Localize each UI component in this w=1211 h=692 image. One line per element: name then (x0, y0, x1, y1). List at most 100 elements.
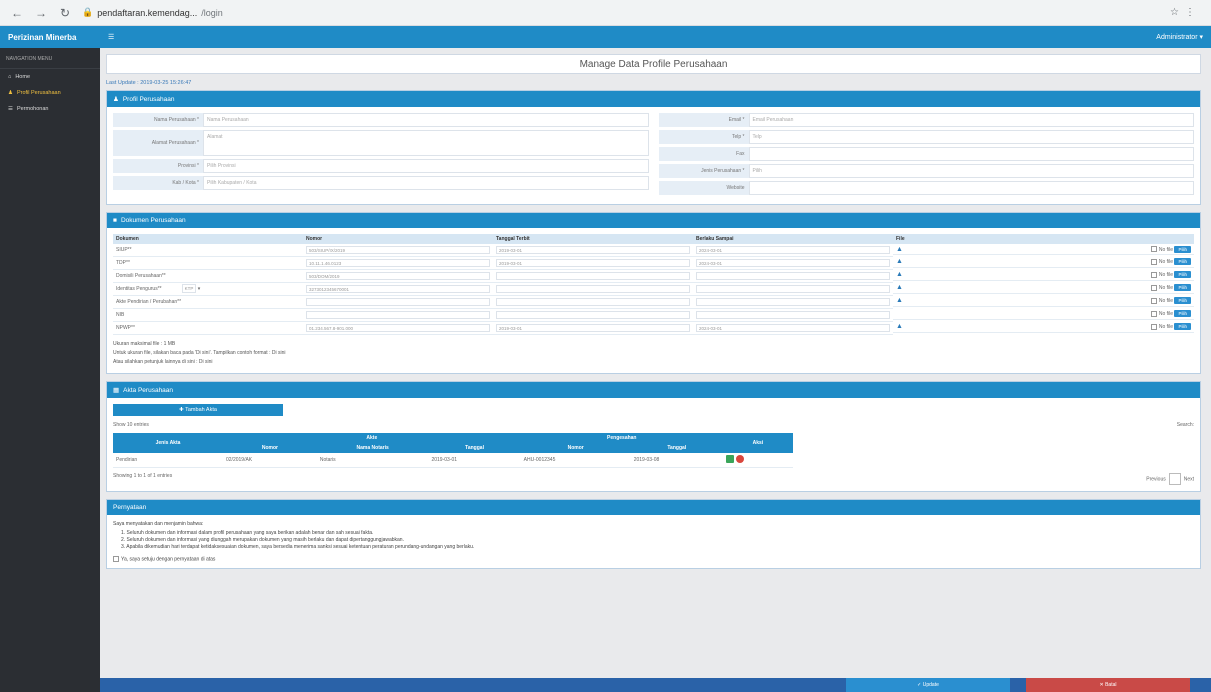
doc-number-input[interactable]: 503/DOM/2019 (306, 272, 490, 280)
agree-checkbox-row[interactable]: Ya, saya setuju dengan pernyataan di ata… (113, 556, 1194, 562)
sidebar-brand[interactable]: Perizinan Minerba (0, 26, 100, 48)
batal-button[interactable]: ✕ Batal (1026, 678, 1190, 692)
show-entries-select[interactable]: Show 10 entries (113, 422, 149, 428)
nama-perusahaan-input[interactable]: Nama Perusahaan (203, 113, 649, 127)
page-1-button[interactable] (1168, 473, 1181, 485)
browser-toolbar: ← → ↻ 🔒 pendaftaran.kemendag... /login ☆… (0, 0, 1211, 26)
reload-icon[interactable]: ↻ (58, 6, 72, 20)
url-host: pendaftaran.kemendag... (97, 7, 198, 18)
address-bar[interactable]: 🔒 pendaftaran.kemendag... /login (82, 7, 1160, 18)
choose-file-button[interactable]: Pilih (1174, 271, 1191, 278)
user-menu[interactable]: Administrator ▾ (1156, 33, 1203, 41)
upload-icon[interactable]: ▲ (896, 297, 903, 304)
doc-date-input[interactable] (496, 272, 690, 280)
table-row: NIB No file Pilih (113, 308, 1194, 322)
table-row: Domisili Perusahaan** 503/DOM/2019 ▲ No fil… (113, 269, 1194, 283)
forward-icon[interactable]: → (34, 6, 48, 20)
id-type-select[interactable]: KTP (181, 284, 197, 293)
tambah-akta-button[interactable]: ✚ Tambah Akta (113, 404, 283, 416)
sidebar-item-home[interactable]: ⌂ Home (0, 69, 100, 85)
lock-icon: 🔒 (82, 7, 94, 17)
doc-name: NIB (113, 308, 303, 322)
file-checkbox[interactable] (1150, 310, 1157, 317)
doc-date-input[interactable] (496, 285, 690, 293)
email-field[interactable]: Email Perusahaan (748, 113, 1194, 127)
update-button[interactable]: ✓ Update (846, 678, 1010, 692)
dokumen-table: Dokumen Nomor Tanggal Terbit Berlaku Sam… (113, 234, 1194, 335)
akta-panel: ▦ Akta Perusahaan ✚ Tambah Akta Show 10 e… (106, 381, 1201, 492)
upload-icon[interactable]: ▲ (896, 246, 903, 253)
choose-file-button[interactable]: Pilih (1174, 297, 1191, 304)
choose-file-button[interactable]: Pilih (1174, 258, 1191, 265)
doc-number-input[interactable]: 3273012345670001 (306, 285, 490, 293)
next-button[interactable]: Next (1184, 476, 1194, 482)
file-checkbox[interactable] (1150, 246, 1157, 253)
user-icon: ♟ (8, 90, 13, 96)
doc-date-input[interactable]: 2019-03-01 (496, 259, 690, 267)
table-icon: ▦ (113, 387, 120, 394)
file-checkbox[interactable] (1150, 284, 1157, 291)
provinsi-select[interactable]: Pilih Provinsi (203, 159, 649, 173)
kabkota-select[interactable]: Pilih Kabupaten / Kota (203, 176, 649, 190)
doc-date-input[interactable]: 2019-03-01 (496, 324, 690, 332)
doc-expiry-input[interactable]: 2024-03-01 (696, 246, 890, 254)
upload-icon[interactable]: ▲ (896, 271, 903, 278)
doc-expiry-input[interactable]: 2024-03-01 (696, 324, 890, 332)
showing-entries: Showing 1 to 1 of 1 entries (113, 473, 173, 479)
sidebar-item-permohonan[interactable]: ☰ Permohonan (0, 101, 100, 117)
choose-file-button[interactable]: Pilih (1174, 245, 1191, 253)
doc-date-input[interactable] (496, 311, 690, 319)
back-icon[interactable]: ← (10, 6, 24, 20)
upload-icon[interactable]: ▲ (896, 258, 903, 265)
agree-checkbox[interactable] (113, 556, 119, 562)
edit-button[interactable] (725, 455, 734, 463)
sidebar: Perizinan Minerba NAVIGATION MENU ⌂ Home … (0, 26, 100, 692)
doc-number-input[interactable] (306, 311, 490, 319)
jenis-perusahaan-select[interactable]: Pilih (748, 164, 1194, 178)
table-row: Akte Pendirian / Perubahan** ▲ No file Pil… (113, 295, 1194, 309)
delete-button[interactable] (735, 455, 744, 463)
alamat-input[interactable]: Alamat (203, 130, 649, 156)
upload-icon[interactable]: ▲ (896, 284, 903, 291)
doc-number-input[interactable] (306, 298, 490, 306)
choose-file-button[interactable]: Pilih (1174, 323, 1191, 330)
search-input[interactable]: Search: (1177, 422, 1194, 428)
website-field[interactable] (748, 181, 1194, 195)
doc-expiry-input[interactable] (696, 298, 890, 306)
doc-expiry-input[interactable] (696, 311, 890, 319)
doc-expiry-input[interactable] (696, 285, 890, 293)
file-checkbox[interactable] (1150, 271, 1157, 278)
file-checkbox[interactable] (1150, 323, 1157, 330)
browser-menu-icons[interactable]: ☆⋮ (1170, 7, 1201, 18)
doc-name: Domisili Perusahaan** (113, 269, 303, 283)
last-update: Last Update : 2019-03-25 15:26:47 (106, 80, 192, 86)
upload-icon[interactable]: ▲ (896, 323, 903, 330)
doc-name: Identitas Pengurus** KTP ▾ (113, 282, 303, 296)
choose-file-button[interactable]: Pilih (1174, 284, 1191, 291)
profil-panel-header: ♟ Profil Perusahaan (107, 91, 1200, 107)
telp-field[interactable]: Telp (748, 130, 1194, 144)
dokumen-notes: Ukuran maksimal file : 1 MB Untuk ukuran… (113, 341, 286, 365)
pernyataan-intro: Saya menyatakan dan menjamin bahwa: (113, 521, 204, 527)
doc-date-input[interactable]: 2019-03-01 (496, 246, 690, 254)
doc-expiry-input[interactable] (696, 272, 890, 280)
sidebar-item-profil[interactable]: ♟ Profil Perusahaan (0, 85, 100, 101)
doc-name: Akte Pendirian / Perubahan** (113, 295, 303, 309)
fax-field[interactable] (748, 147, 1194, 161)
topbar: ☰ Administrator ▾ (100, 26, 1211, 48)
doc-number-input[interactable]: 10.11.1.46.0123 (306, 259, 490, 267)
doc-expiry-input[interactable]: 2024-03-01 (696, 259, 890, 267)
folder-icon: ■ (113, 217, 117, 224)
home-icon: ⌂ (8, 74, 12, 80)
user-icon: ♟ (113, 96, 119, 103)
doc-number-input[interactable]: 01.234.567.8-901.000 (306, 324, 490, 332)
choose-file-button[interactable]: Pilih (1174, 310, 1191, 317)
doc-number-input[interactable]: 503/SIUP/IX/2019 (306, 246, 490, 254)
menu-toggle-icon[interactable]: ☰ (108, 33, 114, 41)
akta-table: Jenis Akta Akte Pengesahan Aksi Nomor Na… (113, 433, 793, 468)
pernyataan-panel-header: Pernyataan (107, 500, 1200, 515)
file-checkbox[interactable] (1150, 258, 1157, 265)
doc-date-input[interactable] (496, 298, 690, 306)
prev-button[interactable]: Previous (1146, 476, 1165, 482)
file-checkbox[interactable] (1150, 297, 1157, 304)
